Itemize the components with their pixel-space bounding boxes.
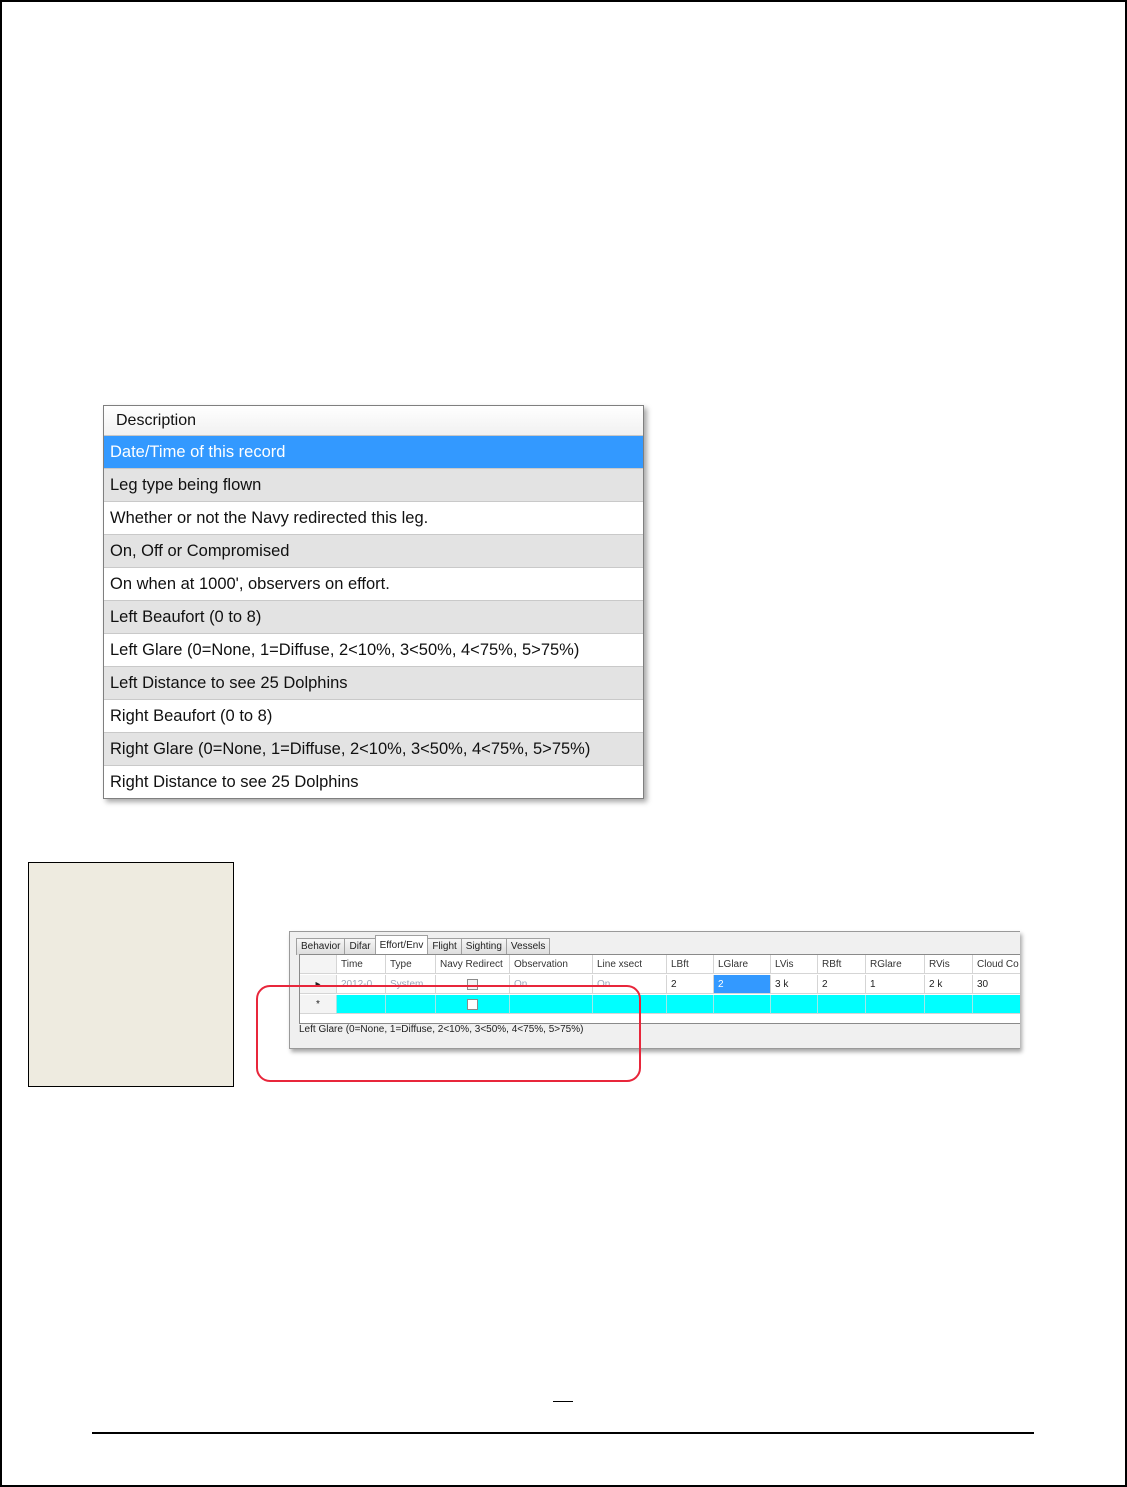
description-row[interactable]: On, Off or Compromised [104,535,643,568]
cell-lbft[interactable]: 2 [667,975,714,994]
tab-strip: Behavior Difar Effort/Env Flight Sightin… [296,935,551,955]
row-header-corner [300,955,337,974]
column-header-lglare[interactable]: LGlare [714,955,771,974]
tab-behavior[interactable]: Behavior [296,938,346,955]
description-row[interactable]: Right Glare (0=None, 1=Diffuse, 2<10%, 3… [104,733,643,766]
cell-rglare[interactable]: 1 [866,975,925,994]
new-cell[interactable] [818,995,866,1014]
tab-difar[interactable]: Difar [344,938,376,955]
description-row[interactable]: Left Distance to see 25 Dolphins [104,667,643,700]
new-cell[interactable] [771,995,818,1014]
new-cell[interactable] [925,995,973,1014]
description-row[interactable]: Whether or not the Navy redirected this … [104,502,643,535]
column-header-type[interactable]: Type [386,955,436,974]
new-cell[interactable] [973,995,1020,1014]
cell-lvis[interactable]: 3 k [771,975,818,994]
column-header-cloud-cover[interactable]: Cloud Co [973,955,1020,974]
beige-panel [28,862,234,1087]
description-list: Description Date/Time of this record Leg… [103,405,644,799]
highlight-outline [256,985,641,1082]
tab-flight[interactable]: Flight [427,938,462,955]
cell-rvis[interactable]: 2 k [925,975,973,994]
cell-lglare[interactable]: 2 [714,975,771,994]
cell-rbft[interactable]: 2 [818,975,866,994]
description-row[interactable]: On when at 1000', observers on effort. [104,568,643,601]
description-row[interactable]: Left Beaufort (0 to 8) [104,601,643,634]
tab-vessels[interactable]: Vessels [505,938,551,955]
column-header-navy-redirect[interactable]: Navy Redirect [436,955,510,974]
new-cell[interactable] [667,995,714,1014]
description-row[interactable]: Right Beaufort (0 to 8) [104,700,643,733]
description-row[interactable]: Leg type being flown [104,469,643,502]
column-header-lbft[interactable]: LBft [667,955,714,974]
description-row[interactable]: Date/Time of this record [104,436,643,469]
cell-cloud-cover[interactable]: 30 [973,975,1020,994]
footer-rule [92,1432,1034,1434]
new-cell[interactable] [714,995,771,1014]
column-header-time[interactable]: Time [337,955,386,974]
column-header-lvis[interactable]: LVis [771,955,818,974]
column-header-observation[interactable]: Observation [510,955,593,974]
page-number-mark [553,1401,573,1402]
column-header-rglare[interactable]: RGlare [866,955,925,974]
column-header-rbft[interactable]: RBft [818,955,866,974]
column-header-line-xsect[interactable]: Line xsect [593,955,667,974]
description-row[interactable]: Right Distance to see 25 Dolphins [104,766,643,798]
description-header[interactable]: Description [104,406,643,436]
description-row[interactable]: Left Glare (0=None, 1=Diffuse, 2<10%, 3<… [104,634,643,667]
new-cell[interactable] [866,995,925,1014]
tab-effort-env[interactable]: Effort/Env [374,935,429,955]
tab-sighting[interactable]: Sighting [460,938,507,955]
column-header-rvis[interactable]: RVis [925,955,973,974]
